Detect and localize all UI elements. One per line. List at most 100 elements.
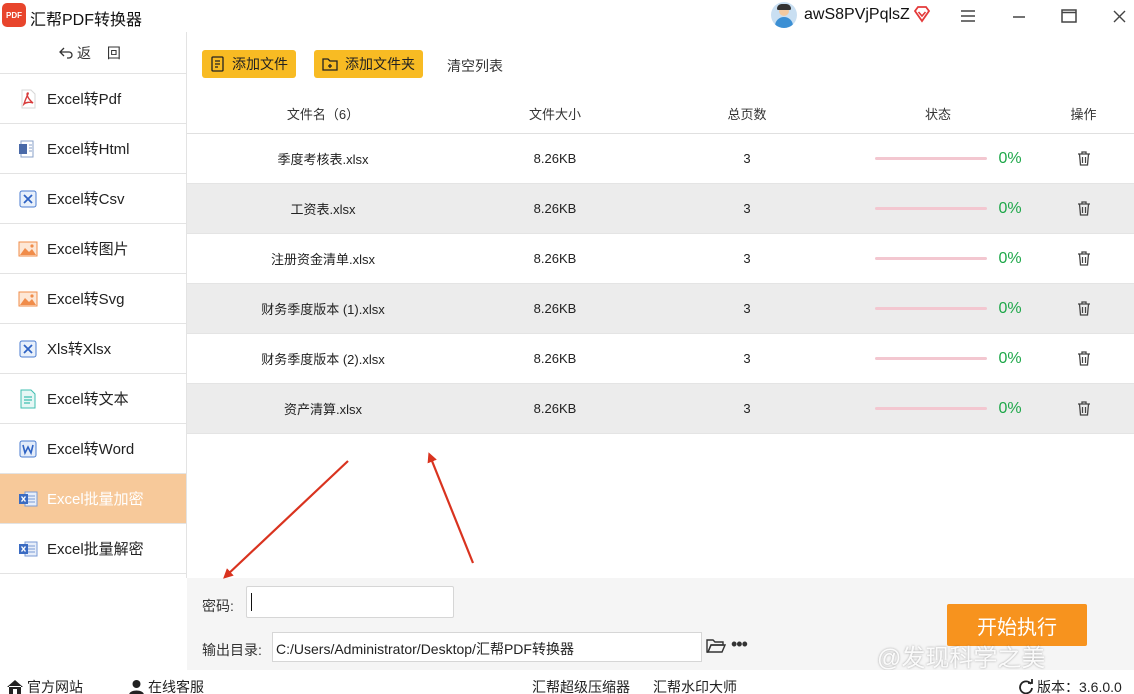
sidebar-item-excel-to-pdf[interactable]: Excel转Pdf bbox=[0, 74, 186, 124]
table-row[interactable]: 工资表.xlsx 8.26KB 3 0% bbox=[187, 184, 1134, 234]
compressor-label: 汇帮超级压缩器 bbox=[532, 679, 630, 694]
image-icon bbox=[18, 291, 38, 306]
folder-open-icon[interactable] bbox=[706, 638, 726, 654]
password-input[interactable] bbox=[246, 586, 454, 618]
file-size-cell: 8.26KB bbox=[533, 201, 577, 216]
status-cell: 0% bbox=[843, 300, 1033, 318]
add-file-button[interactable]: 添加文件 bbox=[202, 50, 296, 78]
page-count-cell: 3 bbox=[743, 351, 751, 366]
clear-list-button[interactable]: 清空列表 bbox=[447, 56, 503, 76]
password-label: 密码: bbox=[202, 598, 234, 614]
image-icon bbox=[18, 241, 38, 256]
table-row[interactable]: 财务季度版本 (1).xlsx 8.26KB 3 0% bbox=[187, 284, 1134, 334]
watermark-tool-link[interactable]: 汇帮水印大师 bbox=[653, 677, 737, 694]
sidebar-item-label: Excel转Word bbox=[47, 441, 135, 458]
file-table: 文件名（6） 文件大小 总页数 状态 操作 季度考核表.xlsx 8.26KB … bbox=[187, 94, 1134, 434]
op-cell bbox=[1033, 401, 1134, 416]
sidebar-item-excel-to-word[interactable]: Excel转Word bbox=[0, 424, 186, 474]
add-folder-button[interactable]: 添加文件夹 bbox=[314, 50, 423, 78]
sidebar-item-excel-to-image[interactable]: Excel转图片 bbox=[0, 224, 186, 274]
header-op: 操作 bbox=[1070, 107, 1097, 122]
version-info[interactable]: 版本：3.6.0.0 bbox=[1018, 677, 1122, 694]
excel-batch-icon bbox=[19, 491, 38, 506]
progress-bar bbox=[875, 357, 987, 360]
sidebar-item-label: Excel转Csv bbox=[47, 191, 125, 208]
output-dir-input[interactable]: C:/Users/Administrator/Desktop/汇帮PDF转换器 bbox=[272, 632, 702, 662]
username[interactable]: awS8PVjPqlsZ bbox=[804, 6, 910, 24]
table-row[interactable]: 季度考核表.xlsx 8.26KB 3 0% bbox=[187, 134, 1134, 184]
sidebar-item-label: Excel转Svg bbox=[47, 291, 125, 308]
app-title: 汇帮PDF转换器 bbox=[30, 12, 143, 29]
status-cell: 0% bbox=[843, 350, 1033, 368]
sidebar-item-label: Excel转文本 bbox=[47, 391, 129, 408]
add-file-label: 添加文件 bbox=[232, 56, 288, 72]
op-cell bbox=[1033, 251, 1134, 266]
progress-bar bbox=[875, 157, 987, 160]
progress-text: 0% bbox=[998, 349, 1022, 367]
status-cell: 0% bbox=[843, 400, 1033, 418]
trash-icon[interactable] bbox=[1077, 201, 1091, 216]
add-folder-label: 添加文件夹 bbox=[345, 56, 415, 72]
sidebar-item-label: Excel转图片 bbox=[47, 241, 129, 258]
online-support-link[interactable]: 在线客服 bbox=[128, 677, 204, 694]
file-size-cell: 8.26KB bbox=[533, 401, 577, 416]
back-button[interactable]: 返 回 bbox=[0, 32, 186, 74]
back-label: 返 回 bbox=[77, 44, 127, 61]
user-avatar[interactable] bbox=[771, 2, 797, 28]
header-status[interactable]: 状态 bbox=[843, 104, 1033, 123]
excel-x-icon bbox=[19, 340, 37, 357]
trash-icon[interactable] bbox=[1077, 301, 1091, 316]
vip-diamond-icon[interactable] bbox=[913, 5, 931, 23]
minimize-icon[interactable] bbox=[1007, 4, 1031, 28]
page-count-cell: 3 bbox=[743, 401, 751, 416]
file-size-cell: 8.26KB bbox=[533, 301, 577, 316]
watermark-text: @发现科学之美 bbox=[877, 645, 1046, 672]
official-website-link[interactable]: 官方网站 bbox=[6, 677, 83, 694]
status-cell: 0% bbox=[843, 200, 1033, 218]
file-size-cell: 8.26KB bbox=[533, 151, 577, 166]
header-name[interactable]: 文件名（6） bbox=[187, 104, 459, 123]
sidebar-item-excel-to-svg[interactable]: Excel转Svg bbox=[0, 274, 186, 324]
progress-text: 0% bbox=[998, 299, 1022, 317]
trash-icon[interactable] bbox=[1077, 251, 1091, 266]
output-dir-label: 输出目录: bbox=[202, 642, 262, 658]
header-pages[interactable]: 总页数 bbox=[651, 104, 843, 123]
progress-bar bbox=[875, 307, 987, 310]
sidebar-item-excel-batch-decrypt[interactable]: Excel批量解密 bbox=[0, 524, 186, 574]
annotation-arrow-password bbox=[223, 460, 349, 579]
trash-icon[interactable] bbox=[1077, 151, 1091, 166]
sidebar-item-excel-to-text[interactable]: Excel转文本 bbox=[0, 374, 186, 424]
close-icon[interactable] bbox=[1107, 4, 1131, 28]
op-cell bbox=[1033, 201, 1134, 216]
version-label: 版本：3.6.0.0 bbox=[1037, 679, 1122, 694]
annotation-arrow-table bbox=[427, 452, 475, 564]
pdf-icon bbox=[21, 89, 36, 108]
sidebar-item-excel-batch-encrypt[interactable]: Excel批量加密 bbox=[0, 474, 186, 524]
file-name-cell: 财务季度版本 (1).xlsx bbox=[261, 302, 385, 317]
sidebar-item-excel-to-html[interactable]: Excel转Html bbox=[0, 124, 186, 174]
sidebar-item-xls-to-xlsx[interactable]: Xls转Xlsx bbox=[0, 324, 186, 374]
progress-bar bbox=[875, 207, 987, 210]
excel-x-icon bbox=[19, 190, 37, 207]
file-name-cell: 注册资金清单.xlsx bbox=[270, 252, 375, 267]
sidebar-item-excel-to-csv[interactable]: Excel转Csv bbox=[0, 174, 186, 224]
menu-icon[interactable] bbox=[956, 4, 980, 28]
header-size[interactable]: 文件大小 bbox=[459, 104, 651, 123]
maximize-icon[interactable] bbox=[1057, 4, 1081, 28]
op-cell bbox=[1033, 301, 1134, 316]
status-bar: 官方网站 在线客服 汇帮超级压缩器 汇帮水印大师 版本：3.6.0.0 bbox=[0, 670, 1134, 694]
sidebar-item-label: Excel转Pdf bbox=[47, 91, 122, 108]
more-icon[interactable]: ••• bbox=[731, 634, 748, 655]
table-row[interactable]: 注册资金清单.xlsx 8.26KB 3 0% bbox=[187, 234, 1134, 284]
table-row[interactable]: 资产清算.xlsx 8.26KB 3 0% bbox=[187, 384, 1134, 434]
progress-text: 0% bbox=[998, 149, 1022, 167]
op-cell bbox=[1033, 151, 1134, 166]
watermark-tool-label: 汇帮水印大师 bbox=[653, 679, 737, 694]
table-row[interactable]: 财务季度版本 (2).xlsx 8.26KB 3 0% bbox=[187, 334, 1134, 384]
page-count-cell: 3 bbox=[743, 301, 751, 316]
op-cell bbox=[1033, 351, 1134, 366]
support-agent-icon bbox=[129, 680, 144, 694]
trash-icon[interactable] bbox=[1077, 401, 1091, 416]
trash-icon[interactable] bbox=[1077, 351, 1091, 366]
compressor-link[interactable]: 汇帮超级压缩器 bbox=[532, 677, 630, 694]
